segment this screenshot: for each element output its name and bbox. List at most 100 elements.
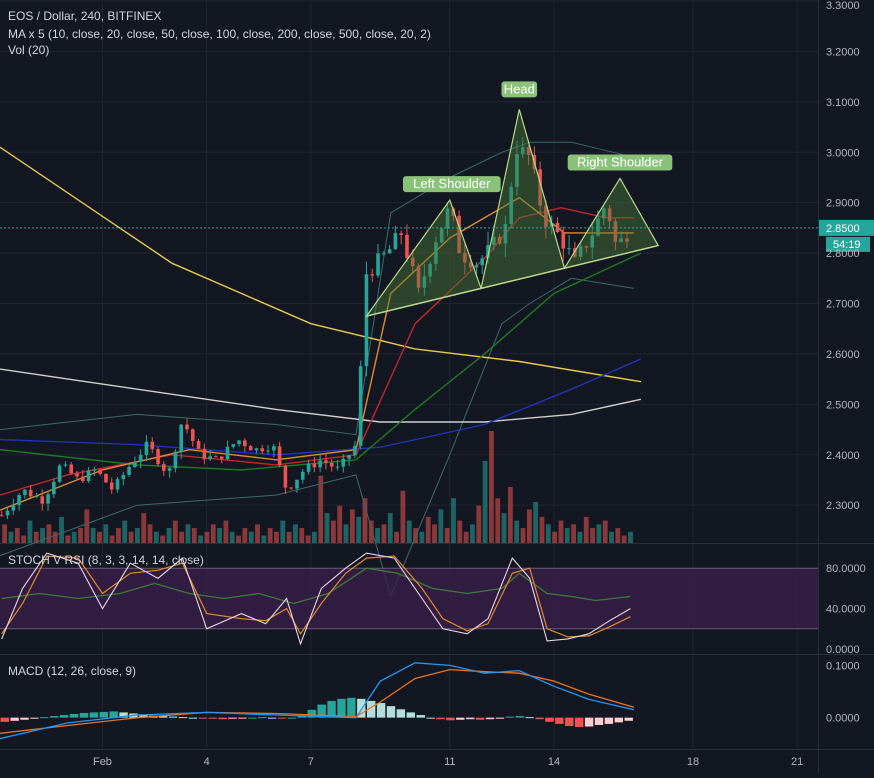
candle-body [150,441,155,450]
volume-bar [280,520,286,543]
candle-body [0,515,4,517]
volume-bar [564,528,570,543]
right-shoulder-label-text: Right Shoulder [577,154,664,169]
time-tick-label: 7 [308,756,314,768]
price-tick-label: 2.8000 [826,248,860,260]
stoch-tick-label: 0.0000 [826,644,860,656]
macd-histogram-bar [248,717,257,719]
macd-histogram-bar [396,709,406,718]
volume-bar [324,513,330,543]
price-tick-label: 2.5000 [826,399,860,411]
candle-body [11,505,16,511]
candle-body [115,479,120,490]
macd-histogram-bar [505,716,515,718]
volume-bar [141,513,147,543]
candle-body [306,463,311,472]
volume-bar [489,431,494,543]
volume-bar [451,498,456,543]
price-tick-label: 2.6000 [826,349,860,361]
volume-bar [444,528,450,543]
volume-bar [210,524,216,543]
candle-body [364,274,369,367]
volume-bar [482,460,488,543]
chart-background [0,0,874,773]
volume-bar [116,528,121,543]
candle-body [347,455,351,459]
volume-bar [255,524,260,543]
volume-bar [533,501,539,543]
volume-bar [248,531,254,543]
macd-histogram-bar [624,717,633,721]
macd-histogram-bar [406,712,416,718]
volume-bar [217,528,222,543]
volume-bar [526,509,532,543]
candle-body [561,231,566,249]
price-tick-label: 3.2000 [826,46,860,58]
candle-body [370,274,375,276]
price-tick-label: 2.9000 [826,198,860,210]
volume-bar [223,520,229,543]
candle-body [272,446,276,451]
volume-bar [514,520,520,543]
macd-histogram-bar [614,717,624,723]
volume-bar [596,524,602,543]
candle-body [341,458,346,467]
volume-bar [602,520,608,543]
candle-body [329,462,334,467]
volume-bar [470,524,475,543]
candle-body [214,456,218,458]
macd-histogram-bar [475,717,485,720]
candle-body [52,481,56,495]
price-tick-label: 2.4000 [826,450,860,462]
macd-histogram-bar [208,717,217,719]
volume-bar [628,531,633,543]
candle-body [179,424,183,452]
macd-histogram-bar [594,717,604,725]
volume-bar [387,513,393,543]
volume-bar [432,524,437,543]
candle-body [40,496,45,504]
candle-body [57,465,62,482]
volume-bar [166,528,172,543]
candle-body [289,487,293,489]
volume-bar [134,528,140,543]
candle-body [156,449,160,465]
chart-stage: Left Shoulder Head Right Shoulder 2.8500 54:… [0,0,874,773]
volume-bar [343,524,349,543]
volume-bar [21,535,27,543]
chart-canvas[interactable]: Left ShoulderHeadRight Shoulder2.850054:… [0,0,874,773]
macd-histogram-bar [277,717,287,719]
time-tick-label: 14 [548,756,560,768]
ma-legend: MA x 5 (10, close, 20, close, 50, close,… [8,27,431,41]
volume-bar [267,528,273,543]
right-shoulder-label: Right Shoulder [567,154,673,171]
volume-bar [558,520,564,543]
volume-bar [14,528,20,543]
macd-histogram-bar [258,717,267,719]
macd-histogram-bar [574,717,584,728]
volume-bar [438,509,444,543]
candle-body [312,463,317,468]
candle-body [138,454,143,462]
candle-body [28,489,33,497]
volume-bar [381,524,387,543]
macd-histogram-bar [535,717,544,720]
volume-bar [507,487,513,543]
volume-bar [305,535,311,543]
macd-histogram-bar [436,717,445,720]
macd-tick-label: 0.1000 [826,660,860,672]
volume-bar [545,524,551,543]
candle-body [219,456,224,460]
macd-legend: MACD (12, 26, close, 9) [8,664,137,678]
candle-body [405,234,409,258]
candle-body [480,258,485,266]
macd-histogram-bar [228,717,237,719]
macd-histogram-bar [238,717,247,719]
price-tick-label: 2.3000 [826,500,860,512]
candle-body [104,473,108,483]
macd-histogram-bar [0,717,9,722]
candle-body [567,248,571,250]
volume-bar [78,528,83,543]
stoch-legend: STOCH V RSI (8, 3, 3, 14, 14, close) [8,553,204,567]
macd-histogram-bar [416,715,425,718]
